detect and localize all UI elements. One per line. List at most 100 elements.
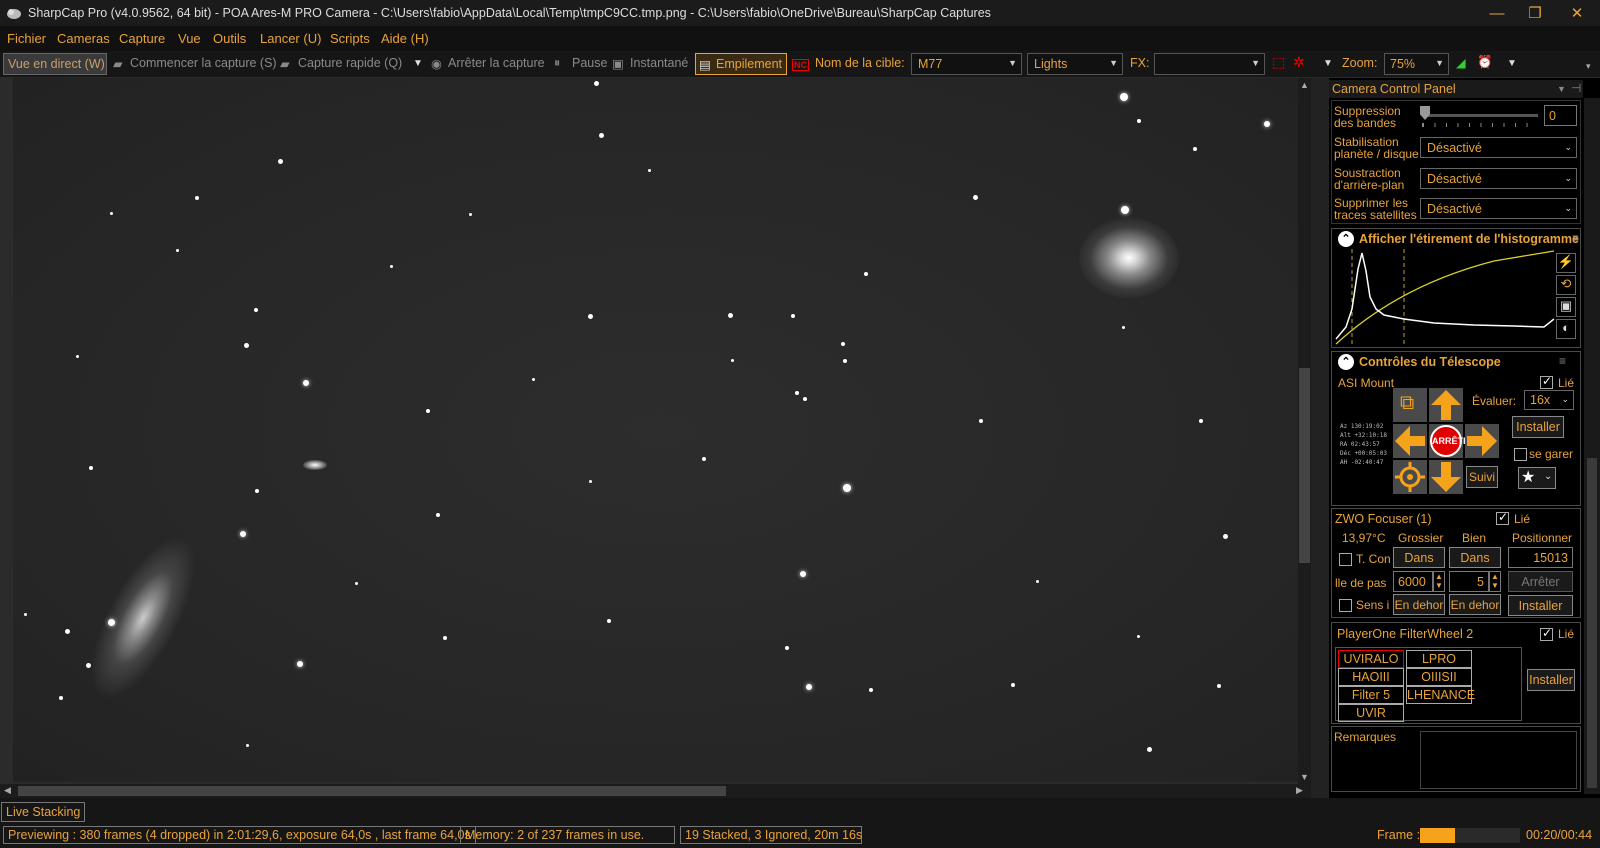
pin-icon[interactable]: ⊣ <box>1571 82 1581 94</box>
start-capture-button[interactable]: Commencer la capture (S) <box>130 56 277 70</box>
save-stretch-icon[interactable]: ▣ <box>1556 297 1576 317</box>
move-south-button[interactable] <box>1429 460 1463 494</box>
banding-slider-thumb[interactable] <box>1420 106 1430 120</box>
filter-button[interactable]: UVIRALO <box>1338 650 1404 668</box>
menu-view[interactable]: Vue <box>178 31 201 46</box>
banding-value-input[interactable]: 0 <box>1544 105 1577 126</box>
fine-step-spinner[interactable]: ▲ ▼ <box>1489 571 1501 592</box>
quick-capture-dropdown-icon[interactable]: ▼ <box>413 58 423 69</box>
scroll-left-icon[interactable]: ◀ <box>4 785 11 796</box>
filter-button[interactable]: Filter 5 <box>1338 686 1404 704</box>
menu-cameras[interactable]: Cameras <box>57 31 110 46</box>
auto-stretch-icon[interactable]: ⚡ <box>1556 253 1576 273</box>
maximize-button[interactable]: ❐ <box>1512 0 1558 26</box>
reverse-checkbox[interactable] <box>1339 599 1352 612</box>
camera-icon: ▰ <box>113 57 123 71</box>
panel-scrollbar[interactable] <box>1584 98 1600 794</box>
stacking-button[interactable]: ▤ Empilement <box>695 53 787 75</box>
coarse-in-button[interactable]: Dans <box>1393 547 1445 568</box>
notes-textarea[interactable] <box>1420 731 1577 789</box>
scroll-right-icon[interactable]: ▶ <box>1296 785 1303 796</box>
zoom-select[interactable]: 75% ▼ <box>1384 53 1449 75</box>
mount-linked-checkbox[interactable] <box>1540 374 1553 389</box>
star <box>972 194 978 200</box>
stop-capture-button[interactable]: Arrêter la capture <box>448 56 545 70</box>
coarse-out-button[interactable]: En dehor <box>1393 594 1445 615</box>
selection-rect-icon[interactable]: ⬚ <box>1272 54 1285 71</box>
star <box>1193 147 1197 151</box>
histogram-mini-icon[interactable]: ◢ <box>1456 55 1466 70</box>
filterwheel-linked-checkbox[interactable] <box>1540 626 1553 641</box>
panel-menu-icon[interactable]: ▼ <box>1557 83 1566 95</box>
filter-button[interactable]: HAOIII <box>1338 668 1404 686</box>
fx-select[interactable]: ▼ <box>1154 53 1265 75</box>
menu-capture[interactable]: Capture <box>119 31 165 46</box>
park-label: se garer <box>1529 447 1574 461</box>
frame-type-select[interactable]: Lights ▼ <box>1027 53 1123 75</box>
menu-scripts[interactable]: Scripts <box>330 31 370 46</box>
goto-target-button[interactable] <box>1393 460 1427 494</box>
arrow-down-icon <box>1431 462 1461 492</box>
toolbar-overflow-icon[interactable]: ▾ <box>1586 61 1591 72</box>
coarse-step-spinner[interactable]: ▲ ▼ <box>1433 571 1445 592</box>
banding-slider[interactable] <box>1422 114 1538 117</box>
stabilization-select[interactable]: Désactivé ⌄ <box>1420 137 1577 158</box>
menu-launch[interactable]: Lancer (U) <box>260 31 321 46</box>
scroll-up-icon[interactable]: ▲ <box>1300 80 1309 90</box>
move-east-button[interactable] <box>1465 424 1499 458</box>
rate-select[interactable]: 16x ⌄ <box>1524 390 1574 410</box>
filterwheel-install-button[interactable]: Installer <box>1527 669 1575 691</box>
move-north-button[interactable] <box>1429 388 1463 422</box>
alarm-icon[interactable]: ⏰ <box>1477 55 1493 70</box>
star <box>806 684 812 690</box>
histogram-plot[interactable] <box>1334 249 1556 345</box>
selection-dropdown-icon[interactable]: ▼ <box>1323 58 1333 69</box>
clear-selection-icon[interactable]: ✲ <box>1293 54 1305 71</box>
contrast-icon[interactable]: ◐ <box>1556 319 1576 339</box>
stop-mount-button[interactable]: ARRÊTE <box>1429 424 1469 458</box>
close-button[interactable]: ✕ <box>1554 0 1600 26</box>
collapse-icon[interactable]: ⌃ <box>1338 354 1354 370</box>
focuser-install-button[interactable]: Installer <box>1508 595 1573 616</box>
image-vertical-scrollbar[interactable]: ▲ ▼ <box>1298 78 1311 784</box>
filter-button[interactable]: LHENANCE <box>1406 686 1475 704</box>
position-input[interactable]: 15013 <box>1508 547 1573 568</box>
scroll-down-icon[interactable]: ▼ <box>1300 772 1309 782</box>
live-view-button[interactable]: Vue en direct (W) <box>3 53 107 75</box>
pause-button[interactable]: Pause <box>572 56 607 70</box>
panel-splitter[interactable] <box>1311 78 1329 798</box>
target-name-input[interactable]: M77 ▼ <box>911 53 1022 75</box>
quick-capture-button[interactable]: Capture rapide (Q) <box>298 56 402 70</box>
menu-file[interactable]: Fichier <box>7 31 46 46</box>
star-menu-button[interactable]: ★ ⌄ <box>1518 467 1556 489</box>
satellite-select[interactable]: Désactivé ⌄ <box>1420 198 1577 219</box>
fine-step-input[interactable]: 5 <box>1449 571 1489 592</box>
image-horizontal-scrollbar[interactable]: ◀ ▶ <box>0 784 1311 798</box>
collapse-icon[interactable]: ⌃ <box>1338 231 1354 247</box>
spiral-search-button[interactable]: ⧉ <box>1393 388 1427 422</box>
fine-in-button[interactable]: Dans <box>1449 547 1501 568</box>
alarm-dropdown-icon[interactable]: ▼ <box>1507 58 1517 69</box>
live-stacking-tab[interactable]: Live Stacking <box>1 802 86 822</box>
filter-button[interactable]: UVIR <box>1338 704 1404 722</box>
park-checkbox[interactable] <box>1514 448 1527 461</box>
section-menu-icon[interactable]: ≡ <box>1559 355 1566 367</box>
image-viewport[interactable] <box>0 78 1311 784</box>
menu-tools[interactable]: Outils <box>213 31 246 46</box>
reset-stretch-icon[interactable]: ⟲ <box>1556 275 1576 295</box>
tracking-button[interactable]: Suivi <box>1466 466 1498 488</box>
mount-install-button[interactable]: Installer <box>1512 416 1564 438</box>
section-menu-icon[interactable]: ≡ <box>1572 232 1579 244</box>
focuser-stop-button[interactable]: Arrêter <box>1508 571 1573 592</box>
filter-button[interactable]: LPRO <box>1406 650 1472 668</box>
temp-comp-checkbox[interactable] <box>1339 553 1352 566</box>
menu-help[interactable]: Aide (H) <box>381 31 429 46</box>
snapshot-button[interactable]: Instantané <box>630 56 688 70</box>
background-select[interactable]: Désactivé ⌄ <box>1420 168 1577 189</box>
focuser-linked-checkbox[interactable] <box>1496 510 1509 525</box>
filter-button[interactable]: OIIISII <box>1406 668 1472 686</box>
star <box>443 636 447 640</box>
move-west-button[interactable] <box>1393 424 1427 458</box>
coarse-step-input[interactable]: 6000 <box>1393 571 1433 592</box>
fine-out-button[interactable]: En dehor <box>1449 594 1501 615</box>
